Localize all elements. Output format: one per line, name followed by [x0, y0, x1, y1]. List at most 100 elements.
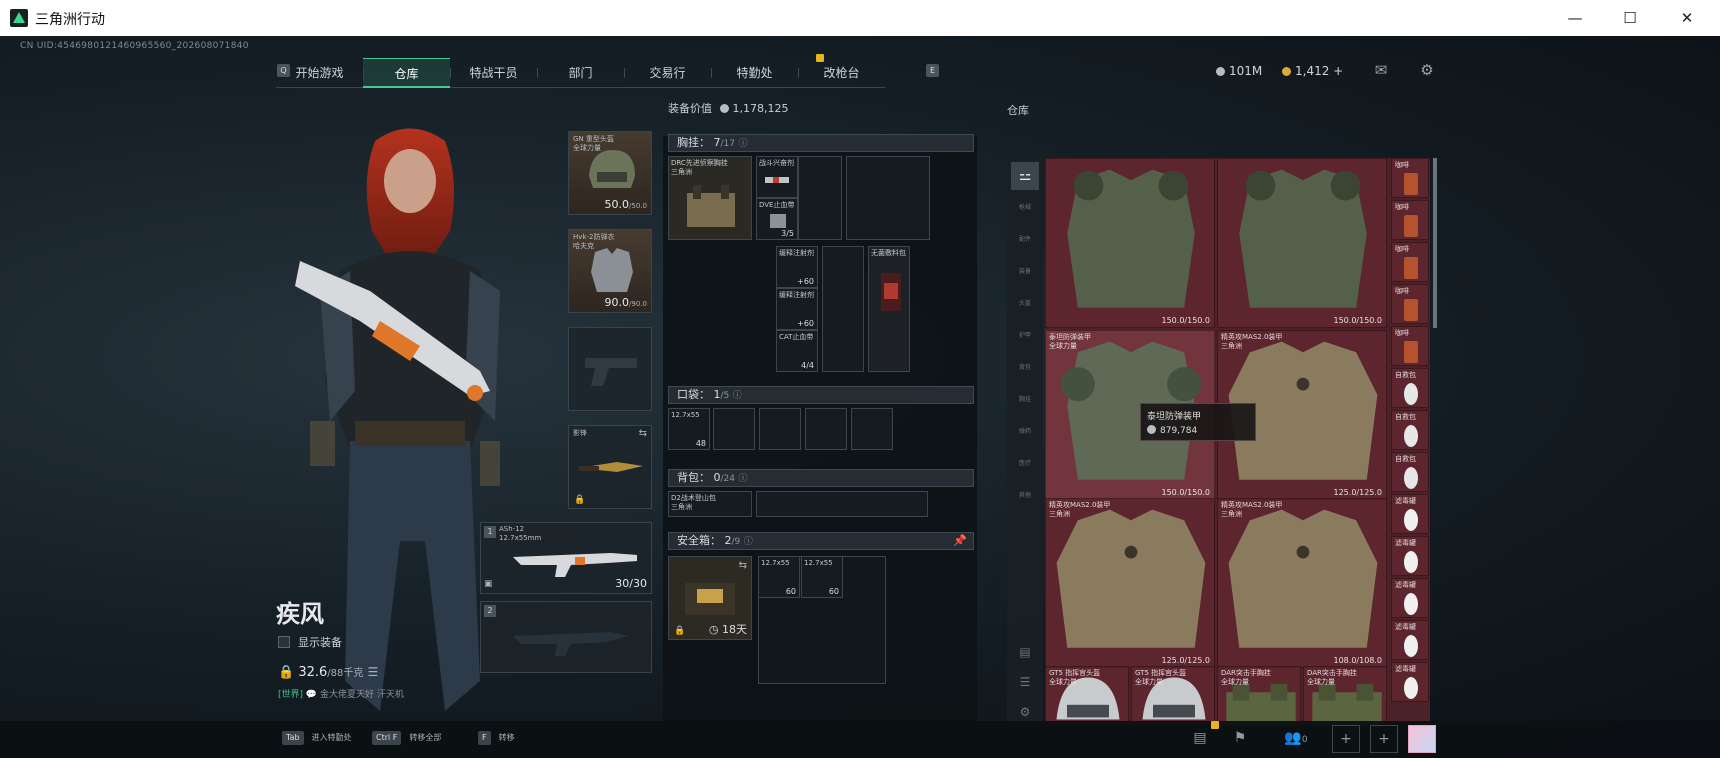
help-icon[interactable]: ⓘ [744, 537, 753, 547]
transfer-hint[interactable]: F 转移 [478, 729, 515, 747]
tab-1[interactable]: 仓库 [363, 58, 450, 88]
mail-icon[interactable]: ✉ [1372, 61, 1390, 79]
warehouse-small-item[interactable]: 咖啡 [1391, 242, 1429, 282]
injector-item-1[interactable]: 缓释注射剂 +60 [776, 246, 818, 288]
warehouse-item[interactable]: 150.0/150.0 [1045, 158, 1215, 328]
close-button[interactable]: ✕ [1672, 6, 1702, 30]
chest-empty-slot[interactable] [798, 156, 842, 240]
body-armor-slot[interactable]: Hvk-2防弹衣 哈夫克 90.0/90.0 [568, 229, 652, 313]
pocket-empty-slot[interactable] [851, 408, 893, 450]
warehouse-small-item[interactable]: 自救包 [1391, 368, 1429, 408]
safebox-item[interactable]: ⇆ 🔒 ◷ 18天 [668, 556, 752, 640]
add-slot-button[interactable]: + [1370, 725, 1398, 753]
chest-empty-tall-slot[interactable] [822, 246, 864, 372]
gold-currency[interactable]: 1,412 + [1282, 64, 1343, 78]
warehouse-small-item[interactable]: 咖啡 [1391, 200, 1429, 240]
tourniquet-item[interactable]: DVE止血带 3/5 [756, 198, 798, 240]
warehouse-scrollbar[interactable] [1433, 158, 1437, 328]
help-icon[interactable]: ⓘ [738, 139, 747, 149]
warehouse-category-4[interactable]: 头盔 [1011, 290, 1039, 318]
pistol-slot[interactable] [568, 327, 652, 411]
secondary-weapon-slot[interactable]: 2 [480, 601, 652, 673]
tab-2[interactable]: 特战干员 [450, 58, 537, 88]
primary-weapon-slot[interactable]: 1 ASh-12 12.7x55mm ▣ 30/30 [480, 522, 652, 594]
warehouse-category-3[interactable]: 装备 [1011, 258, 1039, 286]
warehouse-item[interactable]: GT5 指挥官头盔 全球力量55.0/55.0 [1131, 666, 1215, 726]
tab-4[interactable]: 交易行 [624, 58, 711, 88]
layers-icon[interactable]: ☰ [1011, 668, 1039, 696]
transfer-all-hint[interactable]: Ctrl F 转移全部 [372, 729, 441, 747]
warehouse-small-item[interactable]: 滤毒罐 [1391, 662, 1429, 702]
operator-name: 疾风 [276, 600, 324, 628]
warehouse-small-item[interactable]: 咖啡 [1391, 326, 1429, 366]
tab-0[interactable]: 开始游戏 [276, 58, 363, 88]
warehouse-category-8[interactable]: 弹药 [1011, 418, 1039, 446]
settings-gear-icon[interactable]: ⚙ [1418, 61, 1436, 79]
warehouse-category-6[interactable]: 背包 [1011, 354, 1039, 382]
enter-special-ops-hint[interactable]: Tab 进入特勤处 [282, 729, 352, 747]
melee-slot[interactable]: 影锋 ⇆ 🔒 [568, 425, 652, 509]
slot-lock-icon: 🔒 [674, 626, 686, 636]
sterile-dressing-item[interactable]: 无菌敷料包 [868, 246, 910, 372]
friends-icon[interactable]: 👥0 [1278, 725, 1314, 753]
safebox-ammo-item-1[interactable]: 12.7x55 60 [758, 556, 800, 598]
warehouse-category-9[interactable]: 医疗 [1011, 450, 1039, 478]
warehouse-small-item[interactable]: 咖啡 [1391, 158, 1429, 198]
flag-icon[interactable]: ⚑ [1226, 725, 1254, 753]
slot-lock-icon: 🔒 [574, 495, 586, 505]
tab-3[interactable]: 部门 [537, 58, 624, 88]
backpack-empty-area[interactable] [756, 491, 928, 517]
maximize-button[interactable]: ☐ [1615, 6, 1645, 30]
pin-icon[interactable]: 📌 [953, 533, 967, 549]
warehouse-category-1[interactable]: 枪械 [1011, 194, 1039, 222]
warehouse-category-0[interactable]: ⚍ [1011, 162, 1039, 190]
helmet-slot[interactable]: GN 重型头盔 全球力量 50.0/50.0 [568, 131, 652, 215]
swap-icon[interactable]: ⇆ [639, 428, 647, 439]
stim-item[interactable]: 战斗兴奋剂 [756, 156, 798, 198]
stats-chart-icon[interactable]: ▤ [1186, 725, 1214, 753]
help-icon[interactable]: ⓘ [733, 391, 742, 401]
warehouse-small-item[interactable]: 滤毒罐 [1391, 536, 1429, 576]
warehouse-item[interactable]: 精英攻MAS2.0装甲 三角洲 108.0/108.0 [1217, 498, 1387, 668]
player-avatar[interactable] [1408, 725, 1436, 753]
warehouse-small-item[interactable]: 自救包 [1391, 410, 1429, 450]
world-chat-line[interactable]: [世界] 💬 金大佬夏天好 汗天机 [278, 687, 404, 700]
warehouse-small-item[interactable]: 滤毒罐 [1391, 578, 1429, 618]
warehouse-item[interactable]: DAR突击手胸挂 全球力量24 [1217, 666, 1301, 726]
pocket-empty-slot[interactable] [713, 408, 755, 450]
warehouse-category-5[interactable]: 护甲 [1011, 322, 1039, 350]
show-equipment-toggle[interactable]: 显示装备 [278, 634, 342, 650]
cat-tourniquet-item[interactable]: CAT止血带 4/4 [776, 330, 818, 372]
warehouse-item[interactable]: 150.0/150.0 [1217, 158, 1387, 328]
backpack-item[interactable]: D2战术登山包 三角洲 [668, 491, 752, 517]
warehouse-category-2[interactable]: 配件 [1011, 226, 1039, 254]
weight-list-icon[interactable]: ☰ [368, 665, 379, 679]
tab-6[interactable]: 改枪台 [798, 58, 885, 88]
safebox-ammo-item-2[interactable]: 12.7x55 60 [801, 556, 843, 598]
chest-rig-item[interactable]: DRC先进侦察胸挂 三角洲 [668, 156, 752, 240]
warehouse-item[interactable]: 精英攻MAS2.0装甲 三角洲 125.0/125.0 [1045, 498, 1215, 668]
filter-canister-icon [1404, 593, 1418, 615]
warehouse-category-7[interactable]: 胸挂 [1011, 386, 1039, 414]
help-icon[interactable]: ⓘ [738, 474, 747, 484]
injector-item-2[interactable]: 缓释注射剂 +60 [776, 288, 818, 330]
warehouse-item[interactable]: GT5 指挥官头盔 全球力量60.0/60.0 [1045, 666, 1129, 726]
pocket-empty-slot[interactable] [805, 408, 847, 450]
warehouse-grid: 150.0/150.0 150.0/150.0 泰坦防弹装甲 全球力量 150.0/1… [1045, 158, 1430, 726]
tab-5[interactable]: 特勤处 [711, 58, 798, 88]
warehouse-small-item[interactable]: 自救包 [1391, 452, 1429, 492]
pocket-ammo-item[interactable]: 12.7x55 48 [668, 408, 710, 450]
warehouse-small-item[interactable]: 滤毒罐 [1391, 620, 1429, 660]
add-slot-button[interactable]: + [1332, 725, 1360, 753]
swap-icon[interactable]: ⇆ [739, 560, 747, 571]
minimize-button[interactable]: — [1560, 6, 1590, 30]
pocket-empty-slot[interactable] [759, 408, 801, 450]
warehouse-category-10[interactable]: 其他 [1011, 482, 1039, 510]
warehouse-item[interactable]: DAR突击手胸挂 全球力量24 [1303, 666, 1387, 726]
warehouse-small-item[interactable]: 咖啡 [1391, 284, 1429, 324]
chest-empty-large-slot[interactable] [846, 156, 930, 240]
weight-lock-icon: 🔒 [278, 665, 295, 680]
warehouse-small-item[interactable]: 滤毒罐 [1391, 494, 1429, 534]
container-icon[interactable]: ▤ [1011, 638, 1039, 666]
tourniquet-icon [770, 214, 786, 228]
